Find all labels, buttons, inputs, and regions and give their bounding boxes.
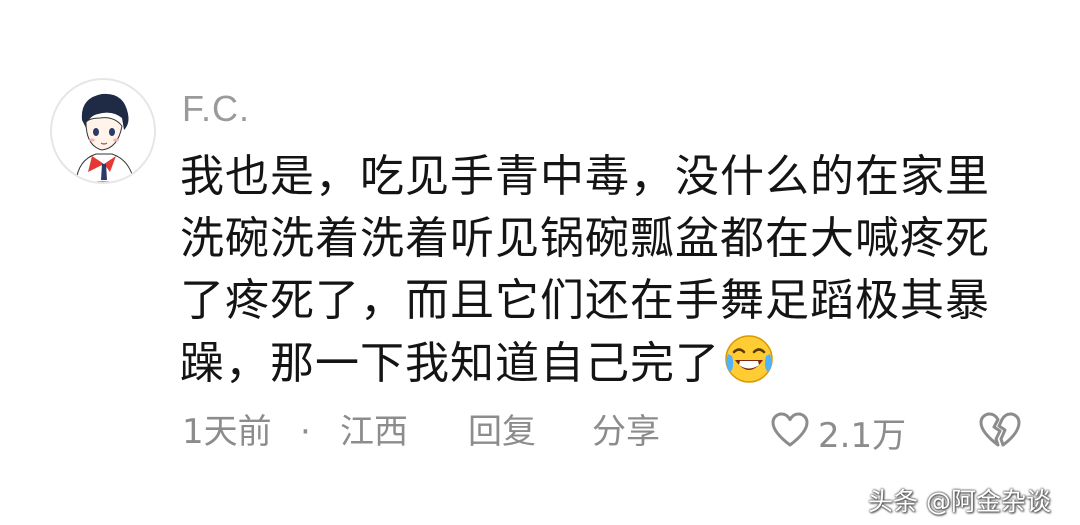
reply-button[interactable]: 回复 xyxy=(468,408,536,456)
cartoon-boy-avatar-icon xyxy=(75,93,135,182)
share-button[interactable]: 分享 xyxy=(592,408,660,456)
comment-text: 我也是，吃见手青中毒，没什么的在家里 洗碗洗着洗着听见锅碗瓢盆都在大喊疼死 了疼死了… xyxy=(180,146,1010,403)
laughing-crying-emoji-icon xyxy=(722,332,776,403)
comment-card: F.C. 我也是，吃见手青中毒，没什么的在家里 洗碗洗着洗着听见锅碗瓢盆都在大喊疼… xyxy=(0,0,1080,525)
broken-heart-icon xyxy=(978,410,1022,454)
heart-outline-icon xyxy=(770,411,810,453)
username[interactable]: F.C. xyxy=(182,88,250,130)
comment-text-line: 躁，那一下我知道自己完了 xyxy=(180,338,720,389)
comment-time: 1天前 xyxy=(182,412,272,452)
like-button[interactable]: 2.1万 xyxy=(770,408,906,456)
user-avatar[interactable] xyxy=(50,78,156,184)
watermark: 头条 @阿金杂谈 xyxy=(868,487,1051,516)
meta-separator: · xyxy=(300,412,311,452)
comment-location: 江西 xyxy=(340,412,408,452)
dislike-button[interactable] xyxy=(978,408,1022,456)
comment-text-line: 了疼死了，而且它们还在手舞足蹈极其暴 xyxy=(180,275,990,326)
like-count: 2.1万 xyxy=(818,415,907,456)
comment-text-line: 我也是，吃见手青中毒，没什么的在家里 xyxy=(180,151,990,202)
comment-text-line: 洗碗洗着洗着听见锅碗瓢盆都在大喊疼死 xyxy=(180,213,990,264)
